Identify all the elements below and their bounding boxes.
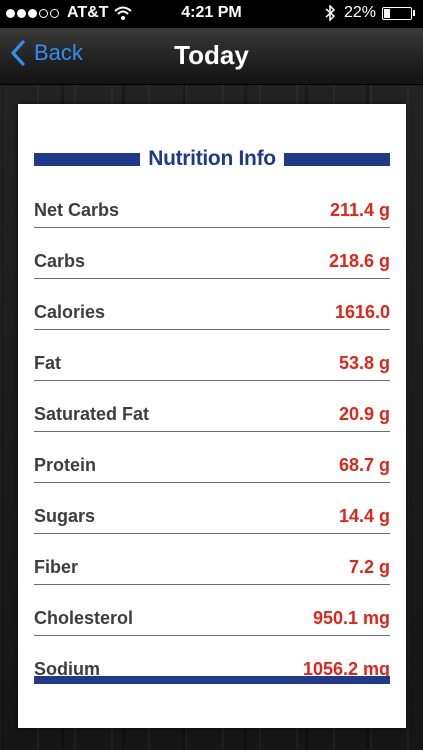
- navigation-bar: Back Today: [0, 28, 423, 85]
- nutrition-title: Nutrition Info: [148, 147, 276, 170]
- footer-bar: [34, 676, 390, 684]
- header-bar-right: [283, 152, 390, 166]
- nutrient-label: Net Carbs: [34, 200, 120, 220]
- battery-fill: [384, 8, 391, 18]
- nutrition-list: Net Carbs 211.4 g Carbs 218.6 g Calories 1616…: [34, 183, 390, 692]
- nutrition-row: Saturated Fat 20.9 g: [34, 387, 390, 432]
- nutrition-row: Sugars 14.4 g: [34, 489, 390, 534]
- nutrition-header: Nutrition Info: [34, 146, 390, 172]
- nutrition-row: Cholesterol 950.1 mg: [34, 591, 390, 636]
- back-button[interactable]: Back: [10, 40, 83, 66]
- nutrition-row: Fiber 7.2 g: [34, 540, 390, 585]
- nutrient-label: Calories: [34, 302, 106, 322]
- nutrient-value: 218.6 g: [328, 251, 390, 271]
- nutrient-label: Protein: [34, 455, 97, 475]
- nutrition-row: Carbs 218.6 g: [34, 234, 390, 279]
- nutrient-value: 53.8 g: [338, 353, 390, 373]
- nutrition-card: Nutrition Info Net Carbs 211.4 g Carbs 218.…: [18, 104, 406, 728]
- nutrition-row: Protein 68.7 g: [34, 438, 390, 483]
- nutrient-label: Saturated Fat: [34, 404, 150, 424]
- nutrient-value: 20.9 g: [338, 404, 390, 424]
- battery-tip: [413, 10, 415, 16]
- nutrition-row: Net Carbs 211.4 g: [34, 183, 390, 228]
- nutrient-label: Cholesterol: [34, 608, 134, 628]
- nutrient-value: 1616.0: [334, 302, 390, 322]
- nutrient-label: Sugars: [34, 506, 96, 526]
- header-bar-left: [34, 152, 141, 166]
- chevron-left-icon: [11, 40, 25, 66]
- nutrient-value: 7.2 g: [348, 557, 390, 577]
- nutrient-value: 950.1 mg: [312, 608, 390, 628]
- battery-percent: 22%: [343, 4, 376, 21]
- nutrient-label: Carbs: [34, 251, 86, 271]
- status-right: 22%: [324, 4, 415, 22]
- nutrient-label: Fiber: [34, 557, 79, 577]
- battery-icon: [382, 6, 412, 20]
- status-bar: AT&T 4:21 PM 22%: [0, 0, 423, 28]
- nutrition-row: Fat 53.8 g: [34, 336, 390, 381]
- bluetooth-icon: [325, 5, 336, 21]
- nutrient-value: 68.7 g: [338, 455, 390, 475]
- nutrient-value: 211.4 g: [329, 200, 390, 220]
- nutrient-label: Fat: [34, 353, 61, 373]
- back-button-label: Back: [34, 40, 83, 65]
- nutrition-row: Calories 1616.0: [34, 285, 390, 330]
- nutrient-value: 14.4 g: [338, 506, 390, 526]
